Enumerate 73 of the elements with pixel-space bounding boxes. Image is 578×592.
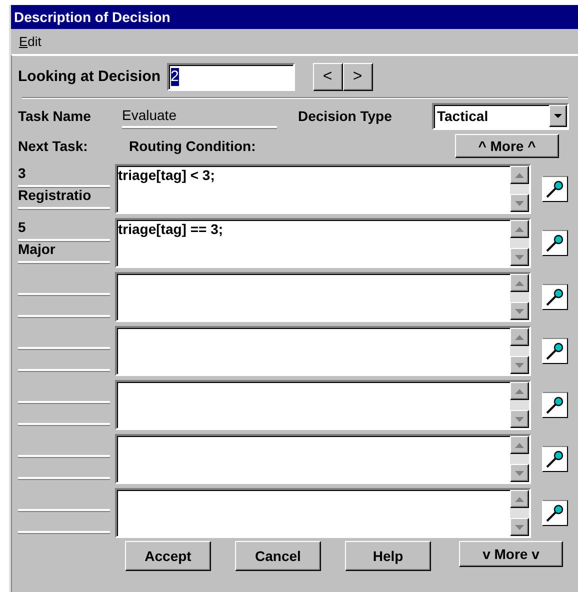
search-button[interactable] <box>542 392 568 418</box>
condition-field[interactable]: triage[tag] == 3; <box>115 218 531 268</box>
search-button[interactable] <box>542 176 568 202</box>
up-arrow-icon <box>515 334 524 340</box>
up-arrow-icon <box>515 388 524 394</box>
task-name-value: Evaluate <box>122 106 176 125</box>
scroll-down-button[interactable] <box>510 356 529 374</box>
decision-type-dropdown[interactable]: Tactical <box>432 102 569 130</box>
window-title: Description of Decision <box>14 8 170 27</box>
menu-item[interactable]: Edit <box>17 32 44 52</box>
search-button[interactable] <box>542 500 568 526</box>
scroll-up-button[interactable] <box>510 166 529 184</box>
routing-condition-header: Routing Condition: <box>129 136 257 156</box>
condition-field[interactable] <box>115 272 531 322</box>
task-name-label: Task Name <box>18 106 92 126</box>
magnifier-icon <box>545 287 565 307</box>
scroll-down-button[interactable] <box>510 464 529 482</box>
condition-field[interactable] <box>115 434 531 484</box>
task-name: Registratio <box>18 186 92 205</box>
scroll-up-button[interactable] <box>510 382 529 400</box>
scroll-down-button[interactable] <box>510 518 529 536</box>
scroll-up-button[interactable] <box>510 220 529 238</box>
scroll-down-button[interactable] <box>510 410 529 428</box>
up-arrow-icon <box>515 442 524 448</box>
condition-field[interactable] <box>115 380 531 430</box>
search-button[interactable] <box>542 338 568 364</box>
scroll-up-button[interactable] <box>510 274 529 292</box>
decision-label: Looking at Decision <box>18 66 161 87</box>
task-number: 5 <box>18 218 26 237</box>
down-arrow-icon <box>515 308 524 314</box>
search-button[interactable] <box>542 446 568 472</box>
scroll-up-button[interactable] <box>510 328 529 346</box>
task-name: Major <box>18 240 56 259</box>
decision-type-label: Decision Type <box>298 106 393 126</box>
down-arrow-icon <box>515 254 524 260</box>
dropdown-arrow-icon <box>554 114 562 118</box>
dialog-button[interactable]: Help <box>345 541 431 571</box>
magnifier-icon <box>545 233 565 253</box>
down-arrow-icon <box>515 524 524 530</box>
down-arrow-icon <box>515 362 524 368</box>
up-arrow-icon <box>515 226 524 232</box>
magnifier-icon <box>545 503 565 523</box>
up-arrow-icon <box>515 280 524 286</box>
magnifier-icon <box>545 179 565 199</box>
down-arrow-icon <box>515 470 524 476</box>
condition-field[interactable]: triage[tag] < 3; <box>115 164 531 214</box>
down-arrow-icon <box>515 200 524 206</box>
magnifier-icon <box>545 395 565 415</box>
dialog-button[interactable]: Cancel <box>235 541 321 571</box>
more-down-button[interactable]: v More v <box>459 541 563 567</box>
next-task-header: Next Task: <box>18 136 89 156</box>
condition-text: triage[tag] == 3; <box>118 221 224 237</box>
condition-text: triage[tag] < 3; <box>118 167 215 183</box>
scroll-up-button[interactable] <box>510 490 529 508</box>
previous-button[interactable]: < <box>312 63 343 91</box>
scroll-down-button[interactable] <box>510 194 529 212</box>
more-up-button[interactable]: ^ More ^ <box>455 134 559 158</box>
scroll-down-button[interactable] <box>510 302 529 320</box>
scroll-down-button[interactable] <box>510 248 529 266</box>
task-number: 3 <box>18 164 26 183</box>
condition-field[interactable] <box>115 488 531 538</box>
condition-field[interactable] <box>115 326 531 376</box>
up-arrow-icon <box>515 496 524 502</box>
search-button[interactable] <box>542 230 568 256</box>
down-arrow-icon <box>515 416 524 422</box>
up-arrow-icon <box>515 172 524 178</box>
scroll-up-button[interactable] <box>510 436 529 454</box>
dialog-button[interactable]: Accept <box>125 541 211 571</box>
magnifier-icon <box>545 449 565 469</box>
magnifier-icon <box>545 341 565 361</box>
decision-field[interactable]: 2 <box>166 63 295 91</box>
next-button[interactable]: > <box>342 63 373 91</box>
search-button[interactable] <box>542 284 568 310</box>
